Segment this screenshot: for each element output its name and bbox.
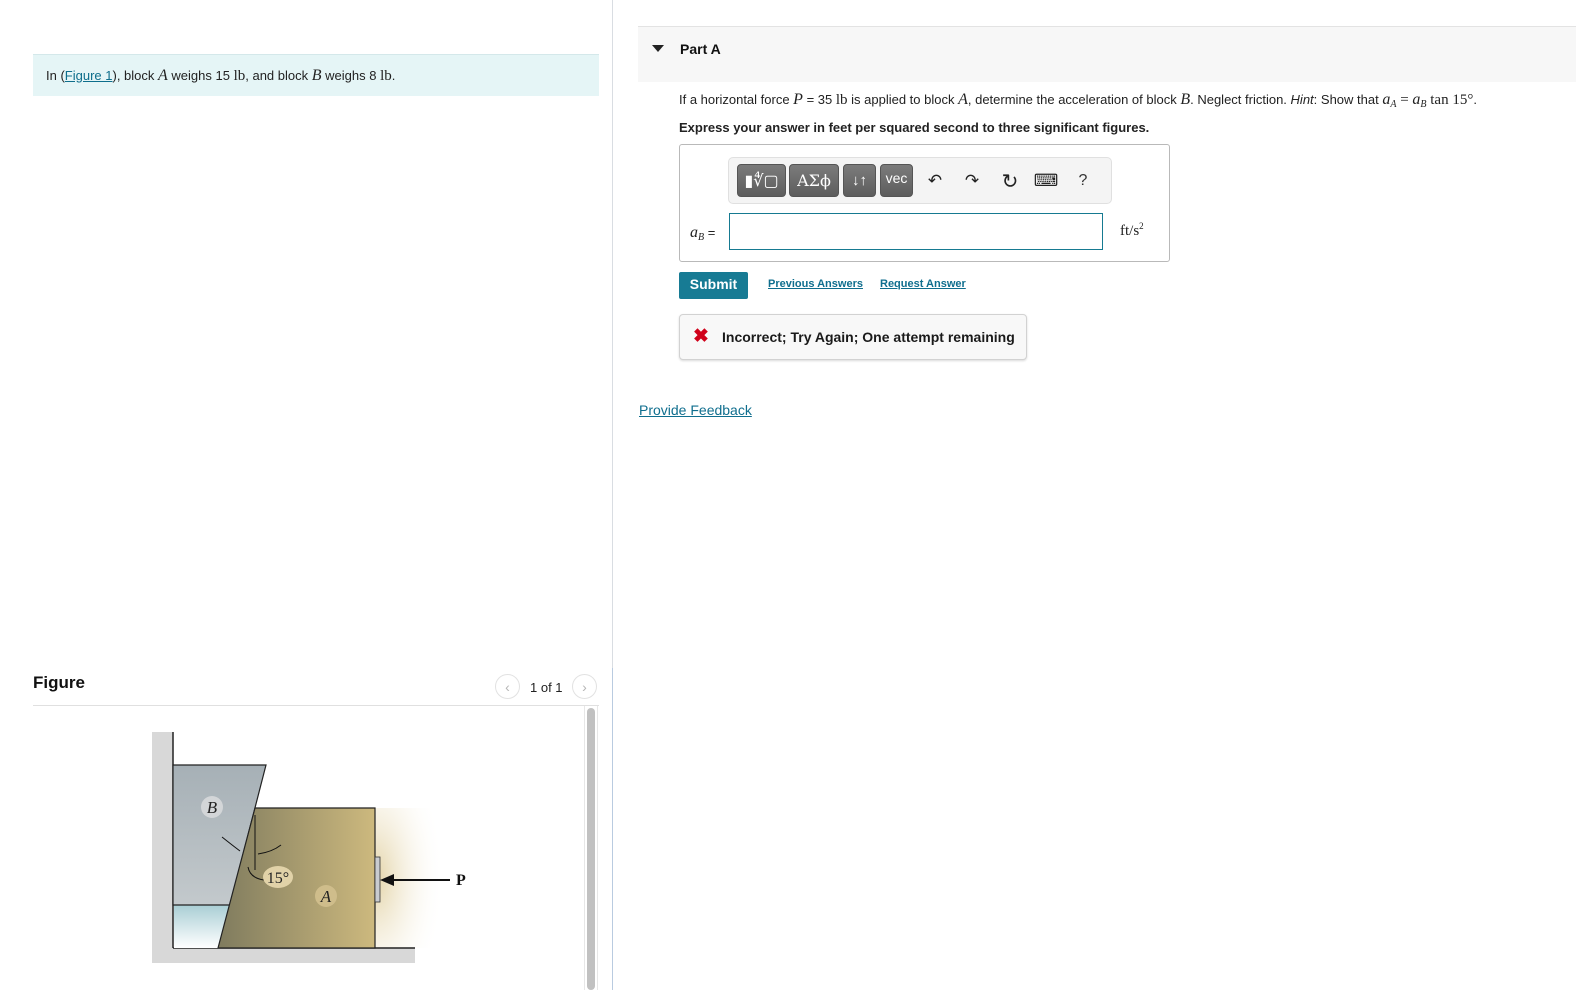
part-a-header[interactable]: Part A	[638, 26, 1576, 82]
vector-button[interactable]: vec	[880, 164, 913, 197]
part-title: Part A	[680, 41, 721, 57]
subscript-superscript-button[interactable]: ↓↑	[843, 164, 876, 197]
submit-button[interactable]: Submit	[679, 272, 748, 299]
label-a: A	[320, 887, 332, 906]
caret-down-icon[interactable]	[652, 45, 664, 52]
answer-input[interactable]	[729, 213, 1103, 250]
label-p: P	[456, 872, 466, 889]
load-plate	[374, 856, 381, 903]
figure-1-link[interactable]: Figure 1	[65, 68, 113, 83]
answer-box: ▮∜▢ ΑΣϕ ↓↑ vec ↶ ↷ ↻ ⌨ ? aB = ft/s2	[679, 144, 1170, 262]
provide-feedback-link[interactable]: Provide Feedback	[639, 402, 752, 418]
request-answer-link[interactable]: Request Answer	[880, 278, 966, 290]
greek-symbols-button[interactable]: ΑΣϕ	[789, 164, 839, 197]
keyboard-icon[interactable]: ⌨	[1034, 170, 1059, 192]
pane-divider-lower	[612, 668, 613, 990]
unit-label: ft/s2	[1120, 221, 1144, 239]
chevron-right-icon: ›	[582, 678, 587, 695]
question-text: If a horizontal force P = 35 lb is appli…	[679, 91, 1477, 110]
previous-figure-button[interactable]: ‹	[495, 674, 520, 699]
answer-variable-label: aB =	[690, 224, 716, 243]
templates-button[interactable]: ▮∜▢	[737, 164, 786, 197]
chevron-left-icon: ‹	[505, 678, 510, 695]
feedback-message: ✖ Incorrect; Try Again; One attempt rema…	[679, 314, 1027, 360]
redo-icon[interactable]: ↷	[962, 170, 982, 192]
previous-answers-link[interactable]: Previous Answers	[768, 278, 863, 290]
label-b: B	[207, 798, 218, 817]
answer-instruction: Express your answer in feet per squared …	[679, 120, 1150, 135]
figure-scrollbar[interactable]	[584, 706, 598, 990]
next-figure-button[interactable]: ›	[572, 674, 597, 699]
figure-image: B 15° A P	[152, 732, 466, 963]
templates-icon: ▮∜▢	[744, 172, 779, 190]
figure-header: Figure ‹ 1 of 1 ›	[33, 672, 599, 706]
feedback-text: Incorrect; Try Again; One attempt remain…	[722, 329, 1015, 345]
error-x-icon: ✖	[693, 326, 709, 347]
figure-title: Figure	[33, 673, 85, 692]
problem-pane: In (Figure 1), block A weighs 15 lb, and…	[0, 0, 612, 990]
figure-pager-text: 1 of 1	[530, 680, 563, 695]
intro-text: In (Figure 1), block A weighs 15 lb, and…	[46, 66, 396, 84]
scrollbar-thumb[interactable]	[587, 708, 595, 990]
label-angle: 15°	[267, 870, 289, 887]
undo-icon[interactable]: ↶	[925, 170, 945, 192]
reset-icon[interactable]: ↻	[999, 170, 1021, 193]
arrows-icon: ↓↑	[852, 172, 867, 189]
problem-statement: In (Figure 1), block A weighs 15 lb, and…	[33, 54, 599, 96]
help-icon[interactable]: ?	[1075, 170, 1091, 192]
math-toolbar: ▮∜▢ ΑΣϕ ↓↑ vec ↶ ↷ ↻ ⌨ ?	[728, 157, 1112, 204]
